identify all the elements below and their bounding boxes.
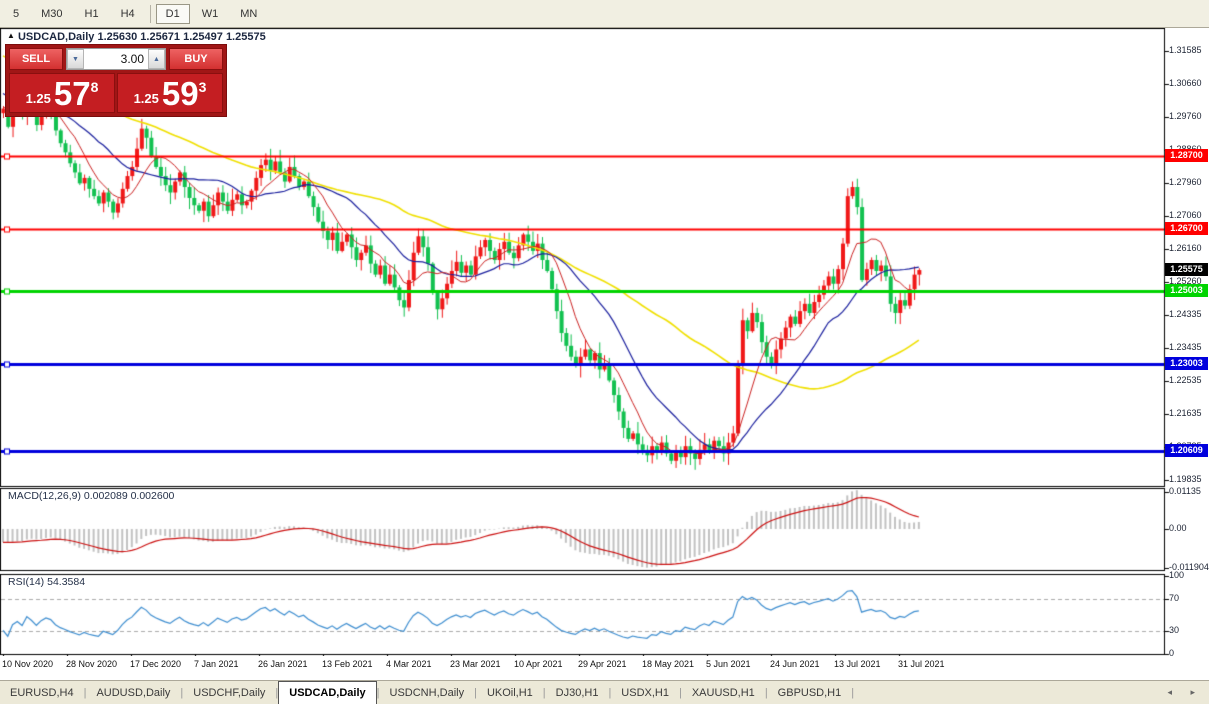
price-axis-label: 1.27060 (1169, 209, 1202, 220)
date-axis-label: 23 Mar 2021 (450, 659, 501, 669)
macd-label: MACD(12,26,9) 0.002089 0.002600 (8, 490, 175, 502)
level-price-badge: 1.23003 (1165, 356, 1208, 370)
price-axis-label: 1.29760 (1169, 111, 1202, 122)
timeframe-toolbar: 5 M30 H1 H4 D1 W1 MN (0, 0, 1209, 28)
level-price-badge: 1.26700 (1165, 222, 1208, 235)
timeframe-button-5[interactable]: 5 (3, 4, 29, 24)
date-axis-label: 10 Apr 2021 (514, 659, 563, 669)
buy-price-box[interactable]: 1.25 59 3 (117, 73, 223, 113)
sell-price-base: 1.25 (25, 91, 51, 106)
date-axis-label: 18 May 2021 (642, 659, 695, 669)
ohlc-close: 1.25575 (225, 31, 266, 43)
price-axis-label: 1.21635 (1169, 407, 1202, 418)
chart-tab-usdcnh[interactable]: USDCNH,Daily (380, 683, 475, 704)
ohlc-low: 1.25497 (183, 31, 223, 43)
chart-window: ▲ USDCAD,Daily 1.25630 1.25671 1.25497 1… (0, 28, 1209, 680)
toolbar-separator (149, 4, 151, 23)
chart-title: ▲ USDCAD,Daily 1.25630 1.25671 1.25497 1… (7, 31, 266, 43)
chart-tab-usdchf[interactable]: USDCHF,Daily (183, 683, 275, 704)
date-axis-label: 7 Jan 2021 (194, 659, 239, 669)
rsi-axis-label: 30 (1169, 624, 1180, 635)
rsi-axis-label: 0 (1169, 648, 1175, 658)
chart-tab-gbpusd[interactable]: GBPUSD,H1 (768, 683, 852, 704)
buy-button[interactable]: BUY (169, 48, 223, 70)
rsi-axis-label: 100 (1169, 570, 1185, 580)
date-axis-label: 13 Jul 2021 (834, 659, 881, 669)
price-axis-label: 1.30660 (1169, 78, 1202, 89)
volume-decrease-button[interactable]: ▼ (67, 49, 84, 69)
macd-axis-label: 0.01135 (1169, 485, 1201, 496)
date-axis-label: 5 Jun 2021 (706, 659, 751, 669)
timeframe-button-d1[interactable]: D1 (155, 3, 190, 24)
date-axis-label: 31 Jul 2021 (898, 659, 945, 669)
triangle-up-icon: ▲ (7, 31, 15, 40)
symbol-tab-bar: EURUSD,H4 | AUDUSD,Daily | USDCHF,Daily | USDC… (0, 680, 1209, 704)
volume-increase-button[interactable]: ▲ (148, 49, 165, 69)
price-axis-label: 1.24335 (1169, 309, 1202, 320)
timeframe-button-mn[interactable]: MN (230, 4, 267, 24)
trading-terminal-window: 5 M30 H1 H4 D1 W1 MN ▲ USDCAD,Daily 1.25630 1.… (0, 0, 1209, 704)
timeframe-button-m30[interactable]: M30 (31, 4, 72, 24)
sell-price-pip: 8 (90, 79, 99, 95)
sell-price-box[interactable]: 1.25 57 8 (9, 73, 115, 113)
timeframe-button-h1[interactable]: H1 (75, 4, 109, 24)
ohlc-high: 1.25671 (140, 31, 181, 43)
chart-tab-dj30[interactable]: DJ30,H1 (546, 683, 609, 704)
rsi-axis-label: 70 (1169, 593, 1180, 604)
volume-input[interactable] (84, 49, 148, 69)
one-click-trade-panel: SELL ▼ ▲ BUY 1.25 57 8 1.25 59 3 (5, 44, 227, 117)
date-axis-label: 29 Apr 2021 (578, 659, 627, 669)
level-price-badge: 1.20609 (1165, 444, 1208, 458)
sell-price-big: 57 (53, 75, 91, 112)
rsi-label: RSI(14) 54.3584 (8, 576, 86, 588)
level-price-badge: 1.28700 (1165, 149, 1208, 162)
chart-tab-usdx[interactable]: USDX,H1 (611, 683, 679, 704)
tab-scroll-arrows[interactable]: ◂ ▸ (1167, 687, 1203, 698)
date-axis-label: 28 Nov 2020 (66, 659, 118, 669)
ohlc-open: 1.25630 (97, 31, 138, 43)
chart-tab-xauusd[interactable]: XAUUSD,H1 (682, 683, 765, 704)
price-axis-label: 1.22535 (1169, 375, 1202, 386)
date-axis-label: 26 Jan 2021 (258, 659, 308, 669)
chart-tab-usdcad[interactable]: USDCAD,Daily (278, 681, 377, 704)
buy-price-big: 59 (161, 75, 199, 112)
chart-canvas[interactable] (0, 28, 1209, 656)
price-axis-label: 1.19835 (1169, 473, 1202, 484)
price-axis-label: 1.23435 (1169, 342, 1202, 353)
volume-stepper: ▼ ▲ (66, 48, 166, 70)
price-axis-label: 1.31585 (1169, 44, 1202, 55)
sell-button[interactable]: SELL (9, 48, 63, 70)
chart-tab-ukoil[interactable]: UKOil,H1 (477, 683, 543, 704)
date-axis-label: 4 Mar 2021 (386, 659, 432, 669)
date-axis-label: 17 Dec 2020 (130, 659, 182, 669)
chart-tab-eurusd[interactable]: EURUSD,H4 (0, 683, 84, 704)
date-axis-label: 10 Nov 2020 (2, 659, 54, 669)
timeframe-button-w1[interactable]: W1 (192, 4, 229, 24)
buy-price-pip: 3 (198, 79, 207, 95)
chart-tab-audusd[interactable]: AUDUSD,Daily (86, 683, 180, 704)
level-price-badge: 1.25003 (1165, 283, 1208, 297)
macd-axis-label: 0.00 (1169, 523, 1187, 533)
current-price-badge: 1.25575 (1165, 263, 1208, 277)
date-axis-label: 13 Feb 2021 (322, 659, 373, 669)
tab-separator: | (851, 687, 855, 699)
symbol-label: USDCAD,Daily (17, 31, 95, 43)
price-axis-label: 1.26160 (1169, 242, 1202, 253)
date-axis-label: 24 Jun 2021 (770, 659, 820, 669)
timeframe-button-h4[interactable]: H4 (111, 4, 145, 24)
buy-price-base: 1.25 (133, 91, 159, 106)
price-axis-label: 1.27960 (1169, 177, 1202, 187)
